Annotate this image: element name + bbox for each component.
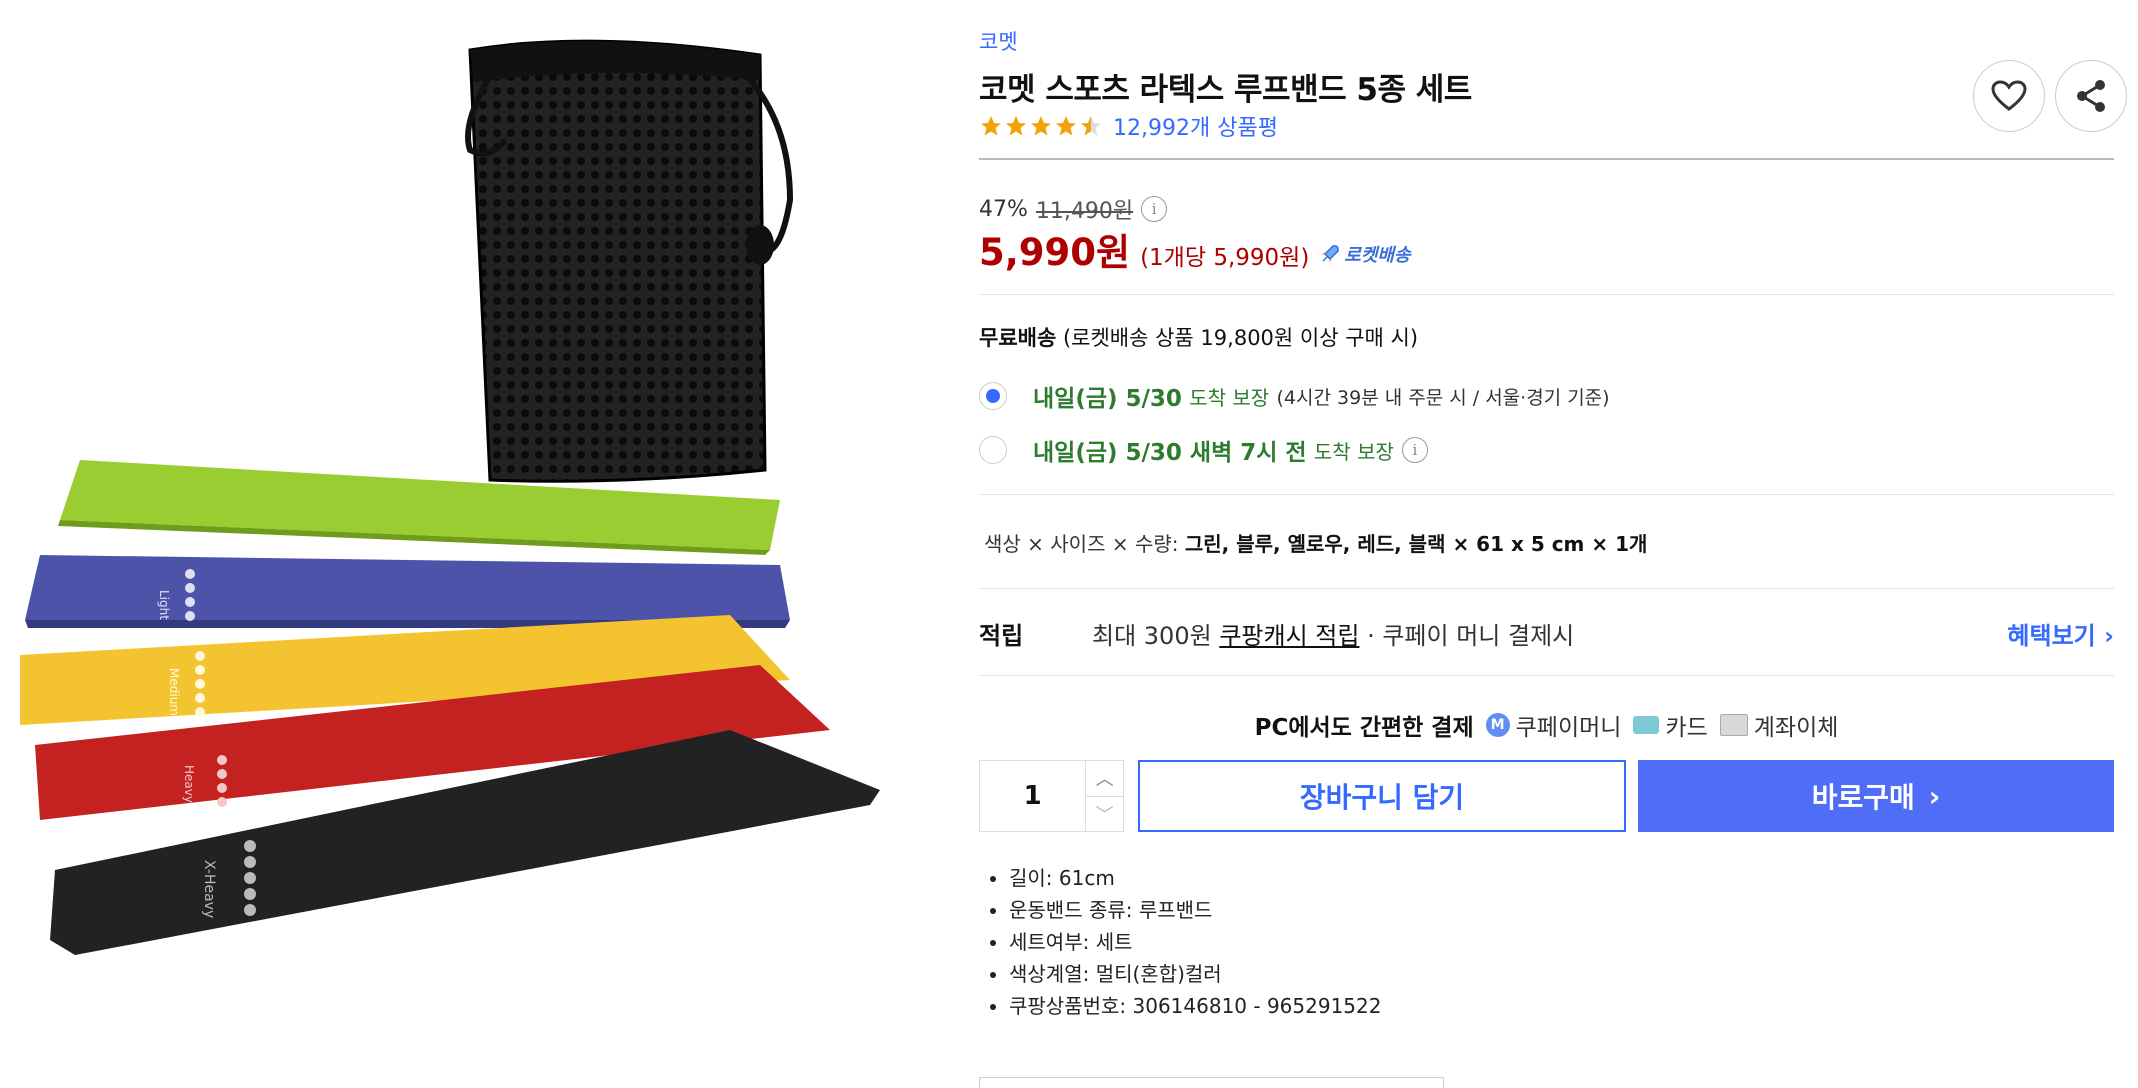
spec-item: 세트여부: 세트 [1009, 926, 1381, 958]
delivery-option-dawn[interactable]: 내일(금) 5/30 새벽 7시 전 도착 보장 i [979, 433, 1428, 467]
points-row: 적립 최대 300원 쿠팡캐시 적립 · 쿠페이 머니 결제시 혜택보기 › [979, 616, 2114, 651]
coupay-icon: M [1485, 713, 1510, 737]
spec-item: 쿠팡상품번호: 306146810 - 965291522 [1009, 990, 1381, 1022]
quantity-stepper[interactable]: 1 ︿ ﹀ [979, 760, 1124, 832]
original-price-row: 47% 11,490원 i [979, 193, 1168, 225]
points-label: 적립 [979, 622, 1024, 650]
star-icon [1031, 116, 1051, 136]
chevron-down-icon[interactable]: ﹀ [1086, 795, 1123, 832]
star-icon [981, 116, 1001, 136]
band-label: Medium [167, 668, 181, 716]
rocket-label: 로켓배송 [1344, 245, 1411, 266]
share-icon [2077, 80, 2105, 112]
radio-selected[interactable] [979, 382, 1007, 410]
original-price: 11,490원 [1035, 199, 1134, 224]
radio-unselected[interactable] [979, 436, 1007, 464]
discount-rate: 47% [979, 196, 1028, 222]
benefit-label: 혜택보기 [2007, 622, 2096, 650]
delivery-option-tomorrow[interactable]: 내일(금) 5/30 도착 보장 (4시간 39분 내 주문 시 / 서울·경기… [979, 379, 1610, 413]
rocket-badge: 로켓배송 [1319, 241, 1411, 267]
buy-now-button[interactable]: 바로구매 › [1638, 760, 2114, 832]
chevron-right-icon: › [2104, 622, 2114, 650]
option-label: 색상 × 사이즈 × 수량: [984, 532, 1179, 556]
sale-price: 5,990원 [979, 231, 1131, 274]
divider [979, 158, 2114, 160]
payment-method-label: 계좌이체 [1753, 715, 1839, 741]
star-half-icon [1081, 116, 1101, 136]
rocket-icon [1322, 245, 1340, 262]
spec-item: 길이: 61cm [1009, 862, 1381, 894]
rating: 12,992개 상품평 [979, 110, 1278, 142]
benefit-button[interactable]: 혜택보기 › [2007, 616, 2114, 651]
more-info-box [979, 1077, 1444, 1088]
option-summary: 색상 × 사이즈 × 수량: 그린, 블루, 옐로우, 레드, 블랙 × 61 … [984, 528, 1647, 557]
points-prefix: 최대 300원 [1092, 622, 1212, 650]
brand-link[interactable]: 코멧 [979, 26, 1018, 56]
payment-bank: 계좌이체 [1719, 708, 1839, 742]
free-shipping-condition: (로켓배송 상품 19,800원 이상 구매 시) [1062, 326, 1419, 350]
delivery-date: 내일(금) 5/30 새벽 7시 전 [1033, 440, 1307, 466]
mesh-pouch [465, 39, 794, 483]
divider [979, 294, 2114, 295]
chevron-up-icon[interactable]: ︿ [1086, 761, 1123, 796]
spec-item: 운동밴드 종류: 루프밴드 [1009, 894, 1381, 926]
band-blue: Light [25, 555, 790, 628]
product-title: 코멧 스포츠 라텍스 루프밴드 5종 세트 [979, 72, 1472, 108]
band-label: Light [157, 590, 171, 620]
delivery-note: (4시간 39분 내 주문 시 / 서울·경기 기준) [1276, 386, 1610, 409]
unit-price: (1개당 5,990원) [1140, 245, 1310, 271]
payment-method-label: 카드 [1665, 715, 1708, 741]
coupang-cash-link[interactable]: 쿠팡캐시 적립 [1219, 622, 1359, 650]
sale-price-row: 5,990원 (1개당 5,990원) 로켓배송 [979, 222, 1411, 276]
card-icon [1633, 716, 1660, 734]
payment-coupay: M 쿠페이머니 [1485, 708, 1622, 742]
buy-now-label: 바로구매 [1811, 781, 1915, 814]
payment-methods: PC에서도 간편한 결제 M 쿠페이머니 카드 계좌이체 [979, 708, 2114, 742]
bank-icon [1719, 714, 1748, 736]
rating-stars [979, 114, 1103, 138]
heart-icon [1991, 80, 2027, 111]
share-button[interactable] [2055, 60, 2127, 132]
free-shipping-label: 무료배송 [979, 326, 1057, 350]
quantity-input[interactable]: 1 [980, 761, 1085, 831]
divider [979, 675, 2114, 676]
band-label: X-Heavy [201, 860, 217, 918]
divider [979, 494, 2114, 495]
divider [979, 588, 2114, 589]
info-icon[interactable]: i [1141, 196, 1168, 222]
product-image: Light Medium Heavy X-Heavy [20, 39, 880, 955]
star-icon [1006, 116, 1026, 136]
points-suffix: · 쿠페이 머니 결제시 [1367, 622, 1575, 650]
review-count-link[interactable]: 12,992개 상품평 [1113, 110, 1278, 142]
info-icon[interactable]: i [1401, 437, 1428, 463]
delivery-date: 내일(금) 5/30 [1033, 386, 1182, 412]
payment-title: PC에서도 간편한 결제 [1254, 715, 1474, 741]
delivery-guarantee: 도착 보장 [1189, 385, 1270, 410]
chevron-right-icon: › [1928, 779, 1941, 813]
delivery-guarantee: 도착 보장 [1313, 439, 1394, 464]
product-specs: 길이: 61cm 운동밴드 종류: 루프밴드 세트여부: 세트 색상계열: 멀티… [979, 862, 1381, 1022]
band-label: Heavy [182, 765, 196, 803]
payment-card: 카드 [1633, 708, 1708, 742]
option-value: 그린, 블루, 옐로우, 레드, 블랙 × 61 x 5 cm × 1개 [1184, 532, 1648, 556]
add-to-cart-button[interactable]: 장바구니 담기 [1138, 760, 1626, 832]
payment-method-label: 쿠페이머니 [1515, 715, 1622, 741]
spec-item: 색상계열: 멀티(혼합)컬러 [1009, 958, 1381, 990]
star-icon [1056, 116, 1076, 136]
wishlist-button[interactable] [1973, 60, 2045, 132]
free-shipping-row: 무료배송 (로켓배송 상품 19,800원 이상 구매 시) [979, 322, 1418, 352]
